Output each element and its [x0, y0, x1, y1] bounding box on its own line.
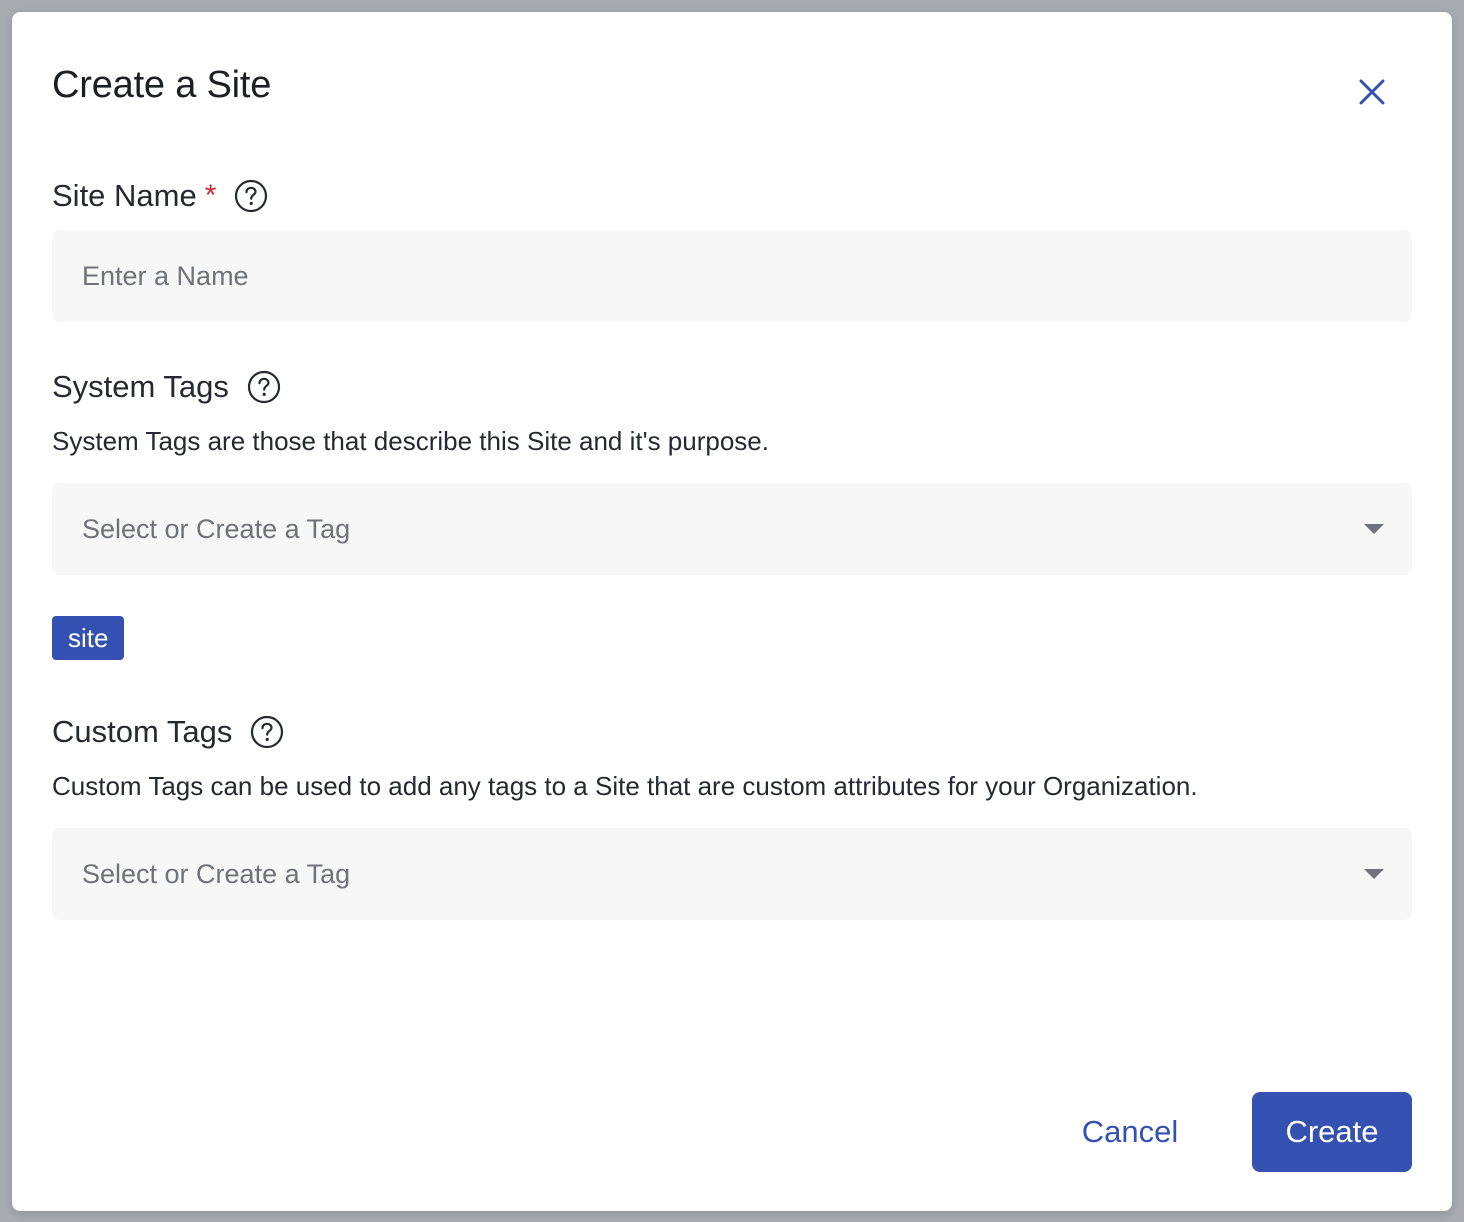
tag-chip-label: site [68, 622, 109, 653]
caret-down-icon [1364, 524, 1384, 534]
help-circle-icon[interactable] [234, 179, 268, 213]
system-tags-select[interactable]: Select or Create a Tag [52, 483, 1412, 575]
site-name-input[interactable] [82, 260, 1384, 292]
help-circle-icon[interactable] [247, 370, 281, 404]
system-tags-label: System Tags [52, 369, 229, 404]
cancel-button[interactable]: Cancel [1062, 1092, 1198, 1172]
custom-tags-select[interactable]: Select or Create a Tag [52, 828, 1412, 920]
system-tags-label-row: System Tags [52, 369, 281, 405]
close-icon [1359, 79, 1385, 105]
site-name-field[interactable] [52, 230, 1412, 322]
custom-tags-label-row: Custom Tags [52, 714, 284, 750]
close-button[interactable] [1354, 74, 1390, 110]
system-tags-placeholder: Select or Create a Tag [82, 513, 351, 544]
dialog-title: Create a Site [52, 64, 272, 106]
system-tags-description: System Tags are those that describe this… [52, 426, 769, 456]
create-site-dialog: Create a Site Site Name * System Tags [12, 12, 1452, 1211]
required-indicator: * [204, 179, 217, 212]
custom-tags-description: Custom Tags can be used to add any tags … [52, 771, 1198, 801]
caret-down-icon [1364, 869, 1384, 879]
custom-tags-label: Custom Tags [52, 714, 233, 749]
help-circle-icon[interactable] [250, 715, 284, 749]
custom-tags-placeholder: Select or Create a Tag [82, 858, 351, 889]
tag-chip-site[interactable]: site [52, 616, 125, 660]
site-name-label: Site Name [52, 178, 197, 213]
create-button[interactable]: Create [1252, 1092, 1412, 1172]
site-name-label-row: Site Name * [52, 178, 268, 214]
